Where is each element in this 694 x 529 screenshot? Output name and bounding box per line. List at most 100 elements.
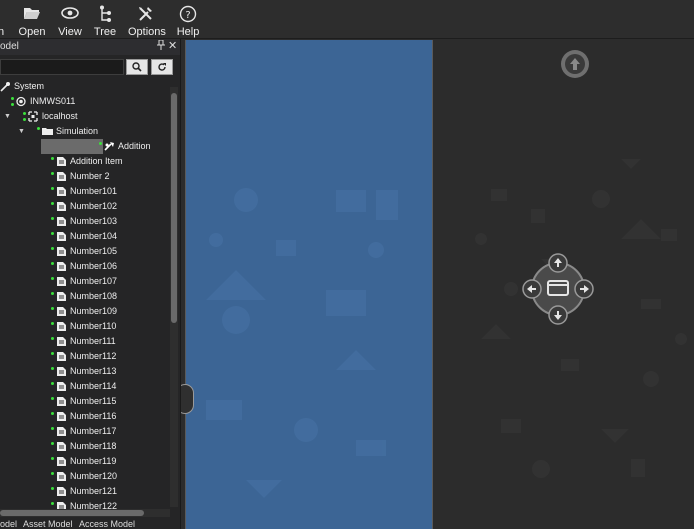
scroll-up-button[interactable] (560, 49, 590, 79)
tree-node[interactable]: Number115 (0, 394, 168, 409)
variable-node-icon (56, 351, 66, 362)
tree-node[interactable]: Number106 (0, 259, 168, 274)
variable-node-icon (56, 201, 66, 212)
close-icon[interactable]: ✕ (168, 39, 177, 52)
tree-node-label: Number117 (70, 426, 117, 436)
system-node-icon (0, 81, 10, 92)
tree-node[interactable]: Number101 (0, 184, 168, 199)
tree-node[interactable]: Number116 (0, 409, 168, 424)
main-toolbar: n Open View Tree Options ? Help (0, 0, 694, 39)
status-indicator (51, 442, 54, 445)
variable-node-icon (56, 261, 66, 272)
tree-node[interactable]: Number102 (0, 199, 168, 214)
tree-icon (93, 5, 117, 23)
tree-node[interactable]: Number114 (0, 379, 168, 394)
tree-node[interactable]: Number122 (0, 499, 168, 509)
tree-node[interactable]: Number104 (0, 229, 168, 244)
variable-node-icon (56, 426, 66, 437)
status-indicator (51, 292, 54, 295)
variable-node-icon (56, 501, 66, 509)
tree-node-label: Number 2 (70, 171, 110, 181)
status-indicator (51, 307, 54, 310)
tree-node[interactable]: Number111 (0, 334, 168, 349)
tree-node[interactable]: System (0, 79, 168, 94)
tree-node-label: Number118 (70, 441, 117, 451)
status-indicator (51, 262, 54, 265)
toolbar-help-button[interactable]: ? Help (175, 3, 201, 38)
tree-node[interactable]: Number110 (0, 319, 168, 334)
tab-access-model[interactable]: Access Model (79, 520, 135, 529)
refresh-button[interactable] (151, 59, 173, 75)
tree-node[interactable]: Number107 (0, 274, 168, 289)
status-indicator (51, 412, 54, 415)
tree-node[interactable]: Number120 (0, 469, 168, 484)
tree-node[interactable]: Addition (41, 139, 151, 154)
pan-navigator[interactable] (520, 251, 596, 327)
tree-node-label: Number112 (70, 351, 117, 361)
tree-node-label: Addition (118, 141, 151, 151)
display-canvas[interactable] (181, 39, 694, 529)
variable-node-icon (56, 276, 66, 287)
tree-node[interactable]: ▼ Simulation (0, 124, 168, 139)
toolbar-tree-button[interactable]: Tree (93, 3, 117, 38)
folder-icon (42, 126, 53, 137)
scrollbar-thumb[interactable] (171, 93, 177, 323)
status-indicator (11, 103, 14, 106)
tree-node[interactable]: Number109 (0, 304, 168, 319)
tree-node[interactable]: Number113 (0, 364, 168, 379)
search-input[interactable] (0, 59, 124, 75)
tree-node[interactable]: Number118 (0, 439, 168, 454)
tree-node[interactable]: Number 2 (0, 169, 168, 184)
variable-node-icon (56, 171, 66, 182)
expand-arrow-icon[interactable]: ▼ (4, 109, 11, 124)
tree-node[interactable]: Number112 (0, 349, 168, 364)
toolbar-options-button[interactable]: Options (128, 3, 166, 38)
status-indicator (51, 232, 54, 235)
scrollbar-thumb[interactable] (0, 510, 144, 516)
tab-asset-model[interactable]: Asset Model (23, 520, 73, 529)
tab-model[interactable]: odel (0, 520, 17, 529)
status-indicator (51, 382, 54, 385)
tree-node-label: Number121 (70, 486, 118, 496)
tree-node[interactable]: Number121 (0, 484, 168, 499)
page-watermark-pattern (206, 188, 398, 498)
model-tree: System INMWS011 ▼ localhost ▼ Simulation Addit… (0, 79, 170, 509)
arrow-up-circle-icon (561, 50, 589, 78)
expand-arrow-icon[interactable]: ▼ (18, 124, 25, 139)
tree-node[interactable]: Number108 (0, 289, 168, 304)
folder-open-icon (18, 5, 46, 23)
tree-vertical-scrollbar[interactable] (170, 87, 178, 507)
status-indicator (51, 202, 54, 205)
status-indicator (51, 427, 54, 430)
status-indicator (51, 367, 54, 370)
search-button[interactable] (126, 59, 148, 75)
tree-node[interactable]: ▼ localhost (0, 109, 168, 124)
display-page[interactable] (181, 40, 433, 529)
search-icon (132, 62, 142, 72)
tree-node[interactable]: Number103 (0, 214, 168, 229)
variable-node-icon (56, 246, 66, 257)
toolbar-open-button[interactable]: Open (18, 3, 46, 38)
toolbar-view-button[interactable]: View (57, 3, 83, 38)
tree-horizontal-scrollbar[interactable] (0, 509, 170, 517)
tree-node-label: Number103 (70, 216, 118, 226)
tree-node[interactable]: Number117 (0, 424, 168, 439)
tree-node[interactable]: Number119 (0, 454, 168, 469)
tree-node-label: Number114 (70, 381, 117, 391)
eye-icon (57, 5, 83, 23)
tree-node[interactable]: INMWS011 (0, 94, 168, 109)
tree-node-label: Number120 (70, 471, 118, 481)
variable-node-icon (56, 396, 66, 407)
tree-node[interactable]: Addition Item (0, 154, 168, 169)
status-indicator (23, 118, 26, 121)
variable-node-icon (56, 366, 66, 377)
tree-node-label: Number102 (70, 201, 118, 211)
toolbar-partial-button[interactable]: n (0, 3, 6, 38)
status-indicator (51, 172, 54, 175)
pin-icon[interactable] (157, 39, 165, 53)
tree-node[interactable]: Number105 (0, 244, 168, 259)
tree-node-label: Simulation (56, 126, 99, 136)
tree-node-label: Number113 (70, 366, 117, 376)
tree-node-label: INMWS011 (30, 96, 76, 106)
left-collapse-handle[interactable] (181, 384, 194, 414)
